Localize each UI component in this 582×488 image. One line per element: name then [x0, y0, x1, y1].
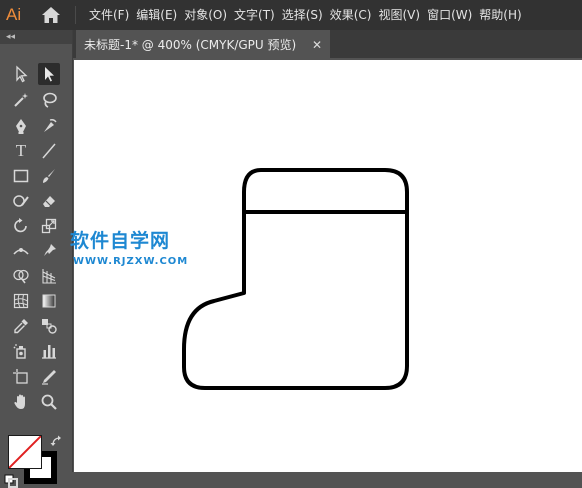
watermark-title: 软件自学网	[70, 230, 171, 252]
document-tab-label: 未标题-1* @ 400% (CMYK/GPU 预览)	[84, 38, 297, 52]
panel-grip[interactable]: ◂◂	[0, 30, 72, 44]
default-fill-stroke-icon[interactable]	[4, 474, 18, 488]
gradient-tool-icon[interactable]	[38, 290, 60, 312]
symbol-sprayer-tool-icon[interactable]	[10, 340, 32, 362]
eraser-tool-icon[interactable]	[38, 190, 60, 212]
menu-separator	[75, 6, 76, 24]
paintbrush-tool-icon[interactable]	[38, 165, 60, 187]
home-icon[interactable]	[41, 6, 61, 24]
fill-color-swatch[interactable]	[8, 435, 42, 469]
blend-tool-icon[interactable]	[38, 315, 60, 337]
menu-select[interactable]: 选择(S)	[282, 0, 330, 30]
tools-panel: ◂◂ T	[0, 30, 73, 488]
mesh-tool-icon[interactable]	[10, 290, 32, 312]
rotate-tool-icon[interactable]	[10, 215, 32, 237]
menu-bar: Ai 文件(F) 编辑(E) 对象(O) 文字(T) 选择(S) 效果(C) 视…	[0, 0, 582, 30]
swap-fill-stroke-icon[interactable]	[50, 434, 64, 448]
column-graph-tool-icon[interactable]	[38, 340, 60, 362]
lasso-tool-icon[interactable]	[38, 89, 60, 111]
watermark: 软件自学网 WWW.RJZXW.COM	[70, 226, 230, 274]
pen-tool-icon[interactable]	[10, 115, 32, 137]
perspective-grid-tool-icon[interactable]	[38, 265, 60, 287]
close-tab-icon[interactable]: ✕	[312, 30, 322, 60]
collapse-panel-icon[interactable]: ◂◂	[6, 30, 15, 44]
watermark-url: WWW.RJZXW.COM	[73, 256, 189, 267]
hand-tool-icon[interactable]	[10, 391, 32, 413]
menu-help[interactable]: 帮助(H)	[479, 0, 528, 30]
line-segment-tool-icon[interactable]	[38, 140, 60, 162]
menu-object[interactable]: 对象(O)	[184, 0, 234, 30]
app-logo: Ai	[6, 5, 22, 24]
rectangle-tool-icon[interactable]	[10, 165, 32, 187]
document-tab[interactable]: 未标题-1* @ 400% (CMYK/GPU 预览) ✕	[76, 30, 330, 60]
type-tool-icon[interactable]: T	[10, 140, 32, 162]
puppet-warp-tool-icon[interactable]	[38, 240, 60, 262]
scale-tool-icon[interactable]	[38, 215, 60, 237]
selection-tool-icon[interactable]	[10, 63, 32, 85]
shaper-tool-icon[interactable]	[10, 190, 32, 212]
shape-builder-tool-icon[interactable]	[10, 265, 32, 287]
menu-type[interactable]: 文字(T)	[234, 0, 282, 30]
menu-edit[interactable]: 编辑(E)	[136, 0, 184, 30]
direct-selection-tool-icon[interactable]	[38, 63, 60, 85]
curvature-tool-icon[interactable]	[38, 115, 60, 137]
menu-items: 文件(F) 编辑(E) 对象(O) 文字(T) 选择(S) 效果(C) 视图(V…	[89, 0, 529, 30]
eyedropper-tool-icon[interactable]	[10, 315, 32, 337]
menu-view[interactable]: 视图(V)	[378, 0, 427, 30]
zoom-tool-icon[interactable]	[38, 391, 60, 413]
menu-file[interactable]: 文件(F)	[89, 0, 136, 30]
menu-window[interactable]: 窗口(W)	[427, 0, 479, 30]
slice-tool-icon[interactable]	[38, 366, 60, 388]
width-tool-icon[interactable]	[10, 240, 32, 262]
magic-wand-tool-icon[interactable]	[10, 89, 32, 111]
artboard-tool-icon[interactable]	[10, 366, 32, 388]
menu-effect[interactable]: 效果(C)	[330, 0, 379, 30]
boot-outline	[182, 168, 409, 390]
